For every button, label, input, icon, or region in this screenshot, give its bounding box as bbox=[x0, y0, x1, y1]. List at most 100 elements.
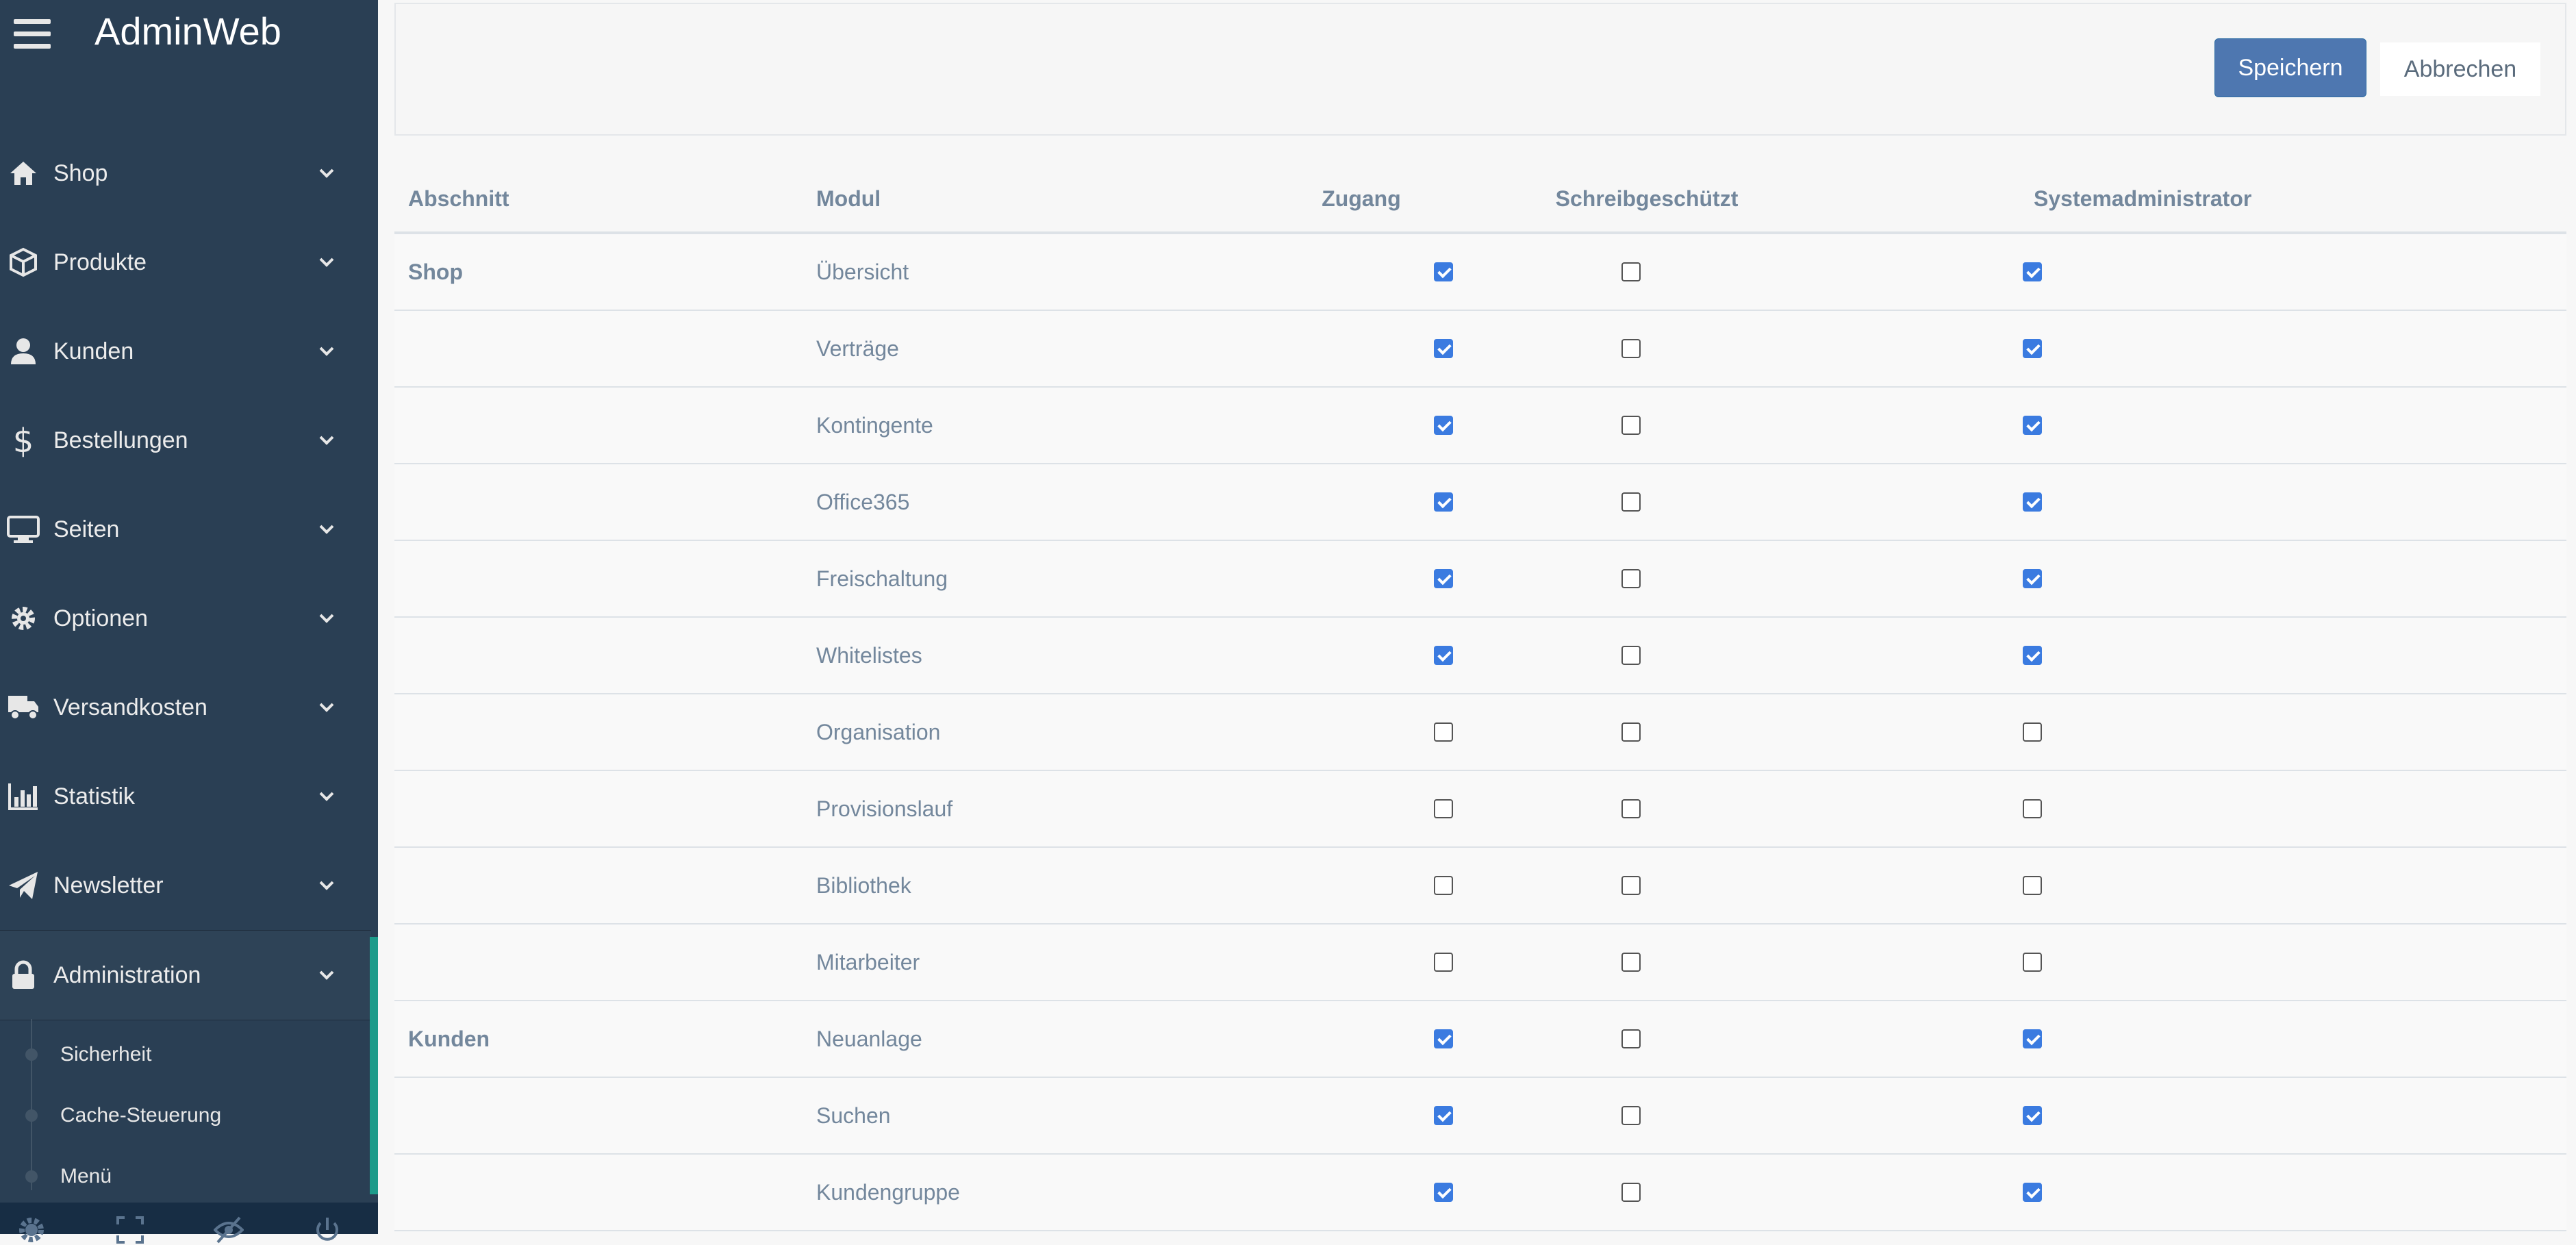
cell-section bbox=[394, 924, 803, 1001]
cell-module: Office365 bbox=[803, 464, 1271, 541]
readonly-checkbox[interactable] bbox=[1621, 876, 1641, 895]
submenu-item-label: Sicherheit bbox=[60, 1043, 152, 1066]
readonly-checkbox[interactable] bbox=[1621, 262, 1641, 281]
submenu-item-menue[interactable]: Menü bbox=[0, 1146, 370, 1207]
sidebar-item-bestellungen[interactable]: $ Bestellungen bbox=[0, 396, 364, 485]
readonly-checkbox[interactable] bbox=[1621, 799, 1641, 818]
fullscreen-icon[interactable] bbox=[115, 1215, 145, 1245]
sidebar-item-label: Optionen bbox=[53, 605, 148, 631]
sidebar-item-label: Kunden bbox=[53, 338, 134, 364]
save-button[interactable]: Speichern bbox=[2214, 38, 2366, 97]
submenu-item-label: Menü bbox=[60, 1165, 112, 1187]
submenu-item-sicherheit[interactable]: Sicherheit bbox=[0, 1024, 370, 1085]
cell-section bbox=[394, 1077, 803, 1155]
table-row: Whitelistes bbox=[394, 617, 2566, 694]
sidebar-item-produkte[interactable]: Produkte bbox=[0, 218, 364, 307]
chevron-down-icon bbox=[319, 614, 334, 623]
access-checkbox[interactable] bbox=[1434, 416, 1453, 435]
cell-sysadmin bbox=[1842, 770, 2566, 848]
access-checkbox[interactable] bbox=[1434, 262, 1453, 281]
access-checkbox[interactable] bbox=[1434, 722, 1453, 742]
sysadmin-checkbox[interactable] bbox=[2023, 722, 2042, 742]
cell-sysadmin bbox=[1842, 310, 2566, 388]
access-checkbox[interactable] bbox=[1434, 492, 1453, 512]
readonly-checkbox[interactable] bbox=[1621, 1029, 1641, 1048]
access-checkbox[interactable] bbox=[1434, 1029, 1453, 1048]
submenu-item-label: Cache-Steuerung bbox=[60, 1104, 222, 1127]
sysadmin-checkbox[interactable] bbox=[2023, 1029, 2042, 1048]
readonly-checkbox[interactable] bbox=[1621, 1183, 1641, 1202]
readonly-checkbox[interactable] bbox=[1621, 416, 1641, 435]
sysadmin-checkbox[interactable] bbox=[2023, 953, 2042, 972]
sidebar-item-label: Produkte bbox=[53, 249, 147, 275]
sidebar-item-label: Statistik bbox=[53, 783, 136, 809]
cancel-button[interactable]: Abbrechen bbox=[2380, 42, 2540, 96]
sysadmin-checkbox[interactable] bbox=[2023, 1106, 2042, 1125]
cell-readonly bbox=[1452, 233, 1842, 311]
cell-module: Verträge bbox=[803, 310, 1271, 388]
sidebar-item-label: Seiten bbox=[53, 516, 120, 542]
sidebar-item-shop[interactable]: Shop bbox=[0, 129, 364, 218]
access-checkbox[interactable] bbox=[1434, 876, 1453, 895]
cell-sysadmin bbox=[1842, 1154, 2566, 1231]
access-checkbox[interactable] bbox=[1434, 1106, 1453, 1125]
sidebar-item-optionen[interactable]: Optionen bbox=[0, 574, 364, 663]
column-header-module: Modul bbox=[803, 166, 1271, 234]
readonly-checkbox[interactable] bbox=[1621, 492, 1641, 512]
table-row: Kontingente bbox=[394, 387, 2566, 464]
readonly-checkbox[interactable] bbox=[1621, 722, 1641, 742]
table-row: Verträge bbox=[394, 310, 2566, 388]
readonly-checkbox[interactable] bbox=[1621, 953, 1641, 972]
cell-access bbox=[1271, 464, 1453, 541]
access-checkbox[interactable] bbox=[1434, 646, 1453, 665]
bullet-icon bbox=[25, 1048, 38, 1061]
gear-icon[interactable] bbox=[16, 1215, 47, 1245]
cell-section bbox=[394, 770, 803, 848]
sysadmin-checkbox[interactable] bbox=[2023, 799, 2042, 818]
hamburger-menu-icon[interactable] bbox=[14, 19, 51, 49]
readonly-checkbox[interactable] bbox=[1621, 646, 1641, 665]
access-checkbox[interactable] bbox=[1434, 953, 1453, 972]
table-row: Provisionslauf bbox=[394, 770, 2566, 848]
sysadmin-checkbox[interactable] bbox=[2023, 876, 2042, 895]
access-checkbox[interactable] bbox=[1434, 339, 1453, 358]
cell-readonly bbox=[1452, 694, 1842, 771]
sysadmin-checkbox[interactable] bbox=[2023, 569, 2042, 588]
svg-text:$: $ bbox=[13, 423, 34, 457]
sidebar-item-label: Shop bbox=[53, 160, 108, 186]
cell-section bbox=[394, 540, 803, 618]
bar-chart-icon bbox=[7, 780, 40, 813]
sidebar-item-administration[interactable]: Administration bbox=[0, 930, 371, 1020]
sidebar-item-seiten[interactable]: Seiten bbox=[0, 485, 364, 574]
power-icon[interactable] bbox=[312, 1215, 342, 1245]
column-header-sysadmin: Systemadministrator bbox=[1842, 166, 2566, 234]
sidebar-item-statistik[interactable]: Statistik bbox=[0, 752, 364, 841]
sidebar-item-newsletter[interactable]: Newsletter bbox=[0, 841, 364, 930]
table-row: Kunden Neuanlage bbox=[394, 1001, 2566, 1078]
sysadmin-checkbox[interactable] bbox=[2023, 646, 2042, 665]
cell-sysadmin bbox=[1842, 1077, 2566, 1155]
table-body: Shop Übersicht Verträge Kontingente Office36… bbox=[394, 233, 2566, 1231]
sysadmin-checkbox[interactable] bbox=[2023, 1183, 2042, 1202]
readonly-checkbox[interactable] bbox=[1621, 1106, 1641, 1125]
cell-readonly bbox=[1452, 387, 1842, 464]
table-row: Organisation bbox=[394, 694, 2566, 771]
sysadmin-checkbox[interactable] bbox=[2023, 492, 2042, 512]
sysadmin-checkbox[interactable] bbox=[2023, 416, 2042, 435]
cell-module: Kontingente bbox=[803, 387, 1271, 464]
action-panel: Speichern Abbrechen bbox=[394, 3, 2566, 136]
sysadmin-checkbox[interactable] bbox=[2023, 262, 2042, 281]
access-checkbox[interactable] bbox=[1434, 569, 1453, 588]
truck-icon bbox=[7, 691, 40, 724]
eye-slash-icon[interactable] bbox=[214, 1215, 244, 1245]
submenu-item-cache-steuerung[interactable]: Cache-Steuerung bbox=[0, 1085, 370, 1146]
access-checkbox[interactable] bbox=[1434, 1183, 1453, 1202]
sidebar-item-kunden[interactable]: Kunden bbox=[0, 307, 364, 396]
readonly-checkbox[interactable] bbox=[1621, 569, 1641, 588]
sidebar-item-versandkosten[interactable]: Versandkosten bbox=[0, 663, 364, 752]
sysadmin-checkbox[interactable] bbox=[2023, 339, 2042, 358]
readonly-checkbox[interactable] bbox=[1621, 339, 1641, 358]
access-checkbox[interactable] bbox=[1434, 799, 1453, 818]
cell-readonly bbox=[1452, 1154, 1842, 1231]
cell-access bbox=[1271, 387, 1453, 464]
